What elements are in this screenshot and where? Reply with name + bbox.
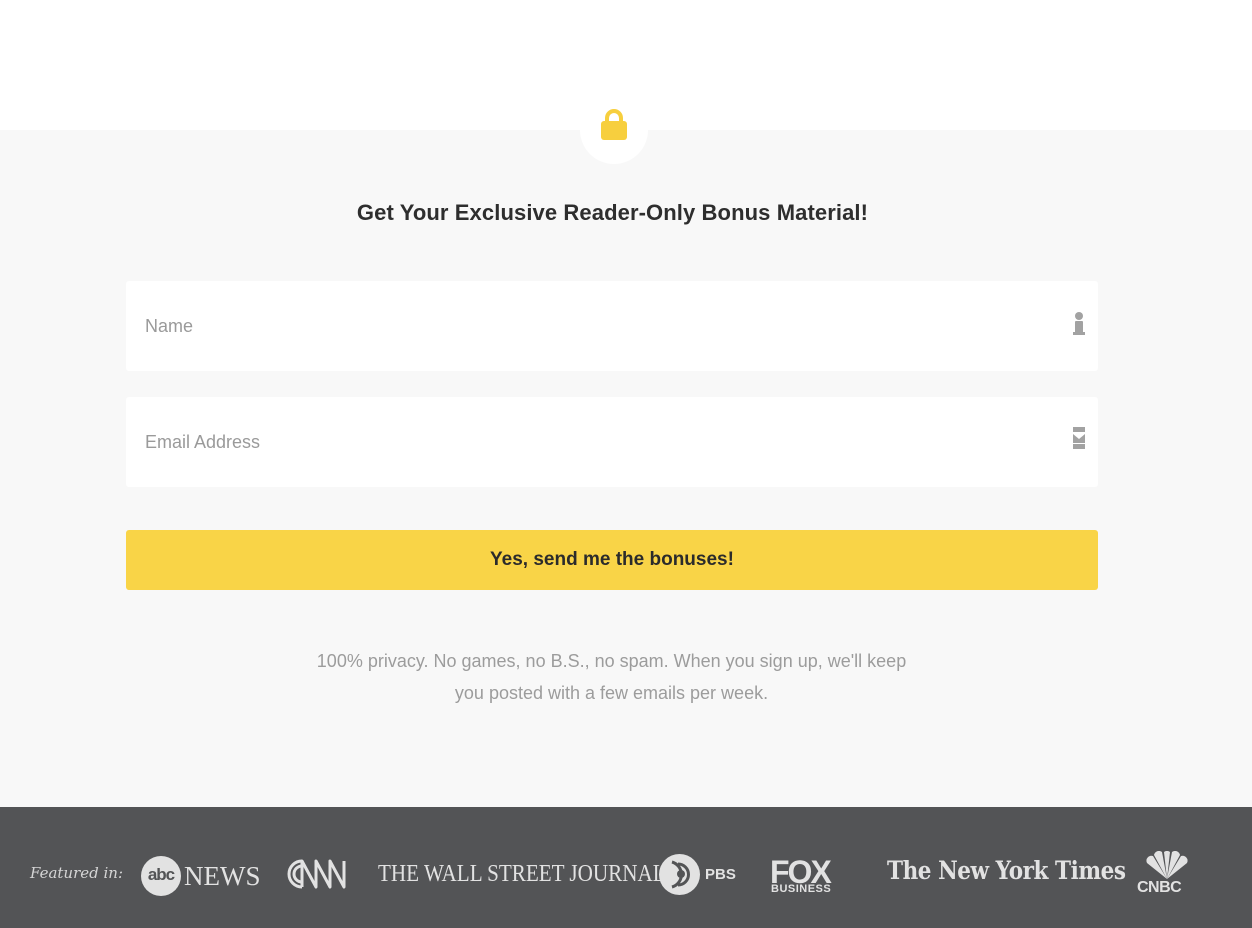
name-field[interactable] (126, 281, 1098, 371)
optin-headline: Get Your Exclusive Reader-Only Bonus Mat… (356, 200, 869, 225)
send-bonuses-button[interactable]: Yes, send me the bonuses! (126, 530, 1098, 590)
cnn-wordmark (287, 859, 346, 889)
abc-mark-text: abc (147, 865, 175, 884)
fox-business-logo: FOX BUSINESS (770, 854, 850, 896)
featured-in-label: Featured in: (30, 864, 124, 882)
page: Get Your Exclusive Reader-Only Bonus Mat… (0, 0, 1252, 928)
cnbc-logo: CNBC (1137, 850, 1197, 897)
nyt-logo: The New York Times (887, 856, 1126, 885)
wsj-logo: THE WALL STREET JOURNAL. (378, 861, 671, 887)
lock-badge (580, 96, 648, 164)
abc-news-word: NEWS (184, 861, 261, 891)
abc-mark: abc (141, 856, 181, 896)
pbs-word: PBS (705, 866, 736, 883)
lock-icon (601, 109, 627, 140)
privacy-note: 100% privacy. No games, no B.S., no spam… (316, 651, 907, 703)
cnn-logo (286, 857, 348, 896)
name-input[interactable] (126, 281, 1098, 371)
pbs-head-icon (671, 860, 690, 889)
email-input[interactable] (126, 397, 1098, 487)
fox-business-word: BUSINESS (771, 883, 832, 895)
pbs-logo: PBS (659, 854, 739, 896)
envelope-icon (1073, 427, 1085, 449)
cnbc-word: CNBC (1137, 879, 1182, 896)
pbs-head-mark (659, 854, 700, 895)
user-icon (1073, 312, 1085, 335)
cnbc-peacock-icon (1146, 850, 1188, 879)
email-field[interactable] (126, 397, 1098, 487)
